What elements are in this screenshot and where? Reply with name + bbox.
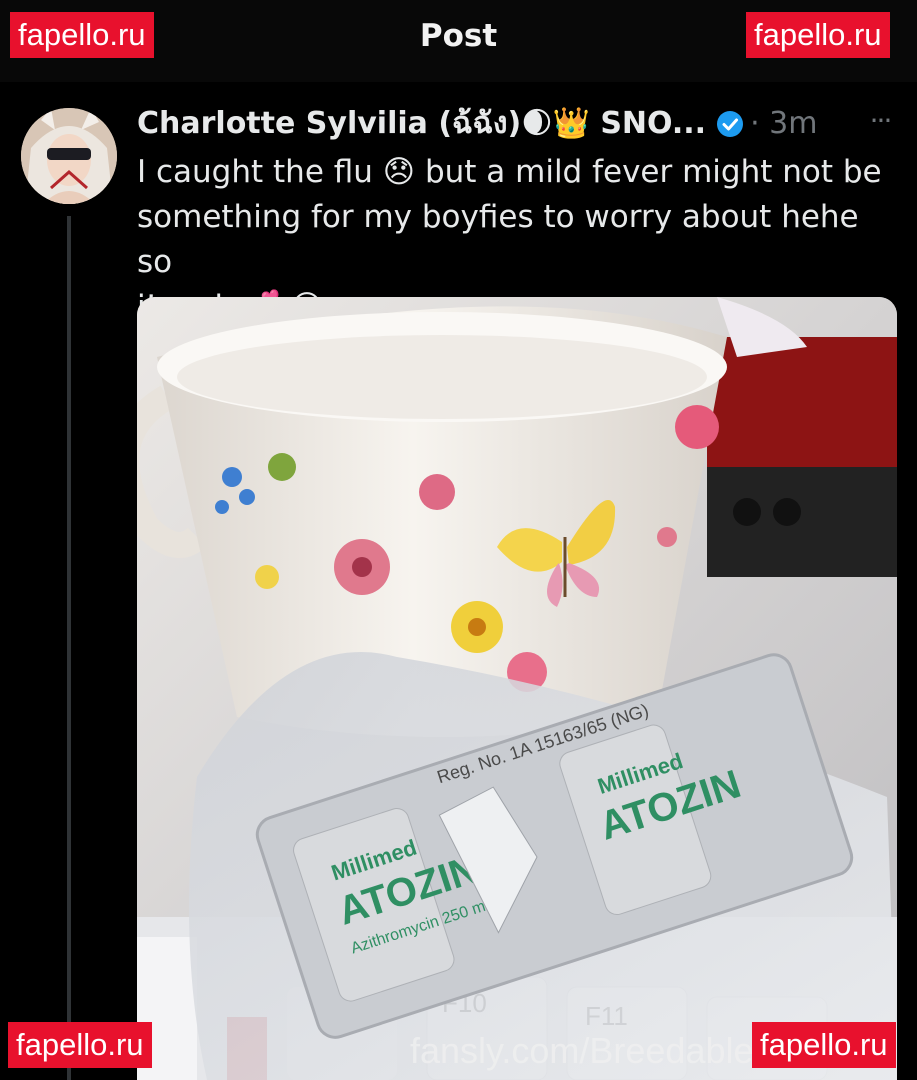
post-photo[interactable]: F10 F11 xyxy=(137,297,897,1080)
post-header: Charlotte Sylvilia (ฉ้ฉัง)🌒👑 SNO... · 3m xyxy=(137,104,817,144)
watermark-bottom-left: fapello.ru xyxy=(8,1022,152,1068)
thread-line xyxy=(67,216,71,1080)
watermark-top-right: fapello.ru xyxy=(746,12,890,58)
photo-image: F10 F11 xyxy=(137,297,897,1080)
watermark-top-left: fapello.ru xyxy=(10,12,154,58)
post-text-line: something for my boyfies to worry about … xyxy=(137,199,859,280)
avatar-image xyxy=(21,108,117,204)
verified-badge-icon xyxy=(716,109,744,149)
more-horizontal-icon[interactable]: ··· xyxy=(858,104,902,144)
post-text-line: I caught the flu 😞 but a mild fever migh… xyxy=(137,154,882,190)
author-display-name[interactable]: Charlotte Sylvilia (ฉ้ฉัง)🌒👑 SNO... xyxy=(137,106,706,141)
post-timestamp: · 3m xyxy=(750,106,818,141)
image-credit-watermark: fansly.com/Breedable xyxy=(410,1030,754,1071)
watermark-bottom-right: fapello.ru xyxy=(752,1022,896,1068)
author-avatar[interactable] xyxy=(21,108,117,204)
